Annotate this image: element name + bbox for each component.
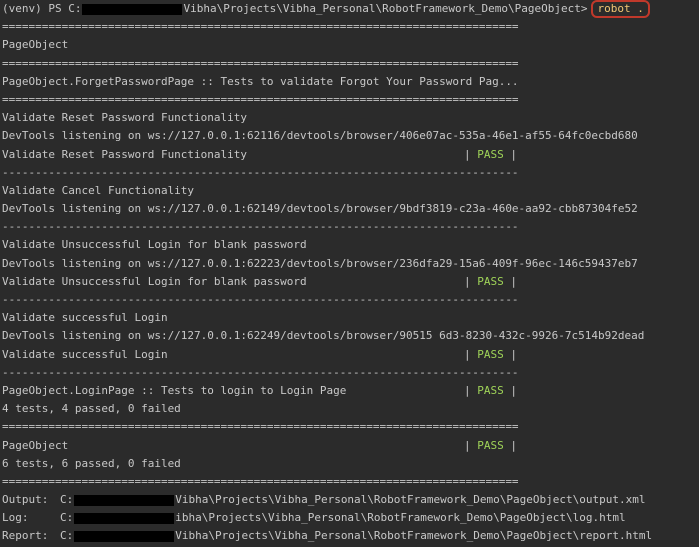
test-name: Validate successful Login xyxy=(2,311,168,325)
command-highlight: robot . xyxy=(591,0,650,18)
suite-result-name: PageObject xyxy=(2,438,69,452)
separator: ----------------------------------------… xyxy=(2,365,519,379)
suite-title: PageObject.ForgetPasswordPage :: Tests t… xyxy=(2,74,519,88)
test-result-name: Validate successful Login xyxy=(2,347,168,361)
output-path: Vibha\Projects\Vibha_Personal\RobotFrame… xyxy=(175,493,646,507)
suite-title: PageObject xyxy=(2,38,69,52)
pass-badge: PASS xyxy=(477,147,504,161)
separator: ----------------------------------------… xyxy=(2,220,519,234)
test-result-name: Validate Reset Password Functionality xyxy=(2,147,248,161)
separator: ========================================… xyxy=(2,92,519,106)
separator: ========================================… xyxy=(2,20,519,34)
separator: ----------------------------------------… xyxy=(2,165,519,179)
status-cell: | PASS | xyxy=(464,438,517,452)
prompt-prefix: (venv) PS C: xyxy=(2,2,82,15)
suite-summary: 4 tests, 4 passed, 0 failed xyxy=(2,402,181,416)
pass-badge: PASS xyxy=(477,347,504,361)
devtools-line: DevTools listening on ws://127.0.0.1:622… xyxy=(2,256,638,270)
status-cell: | PASS | xyxy=(464,147,517,161)
output-label: Report: xyxy=(2,529,49,543)
devtools-line: DevTools listening on ws://127.0.0.1:621… xyxy=(2,202,638,216)
status-cell: | PASS | xyxy=(464,383,517,397)
terminal-window[interactable]: (venv) PS C: Vibha\Projects\Vibha_Persona… xyxy=(0,0,699,547)
redacted-block xyxy=(74,512,175,524)
separator: ========================================… xyxy=(2,420,519,434)
redacted-block xyxy=(82,3,183,15)
prompt-path: Vibha\Projects\Vibha_Personal\RobotFrame… xyxy=(183,2,588,15)
pass-badge: PASS xyxy=(477,438,504,452)
suite-result-line: PageObject.LoginPage :: Tests to login t… xyxy=(2,382,699,400)
pass-badge: PASS xyxy=(477,383,504,397)
output-path: Vibha\Projects\Vibha_Personal\RobotFrame… xyxy=(175,529,653,543)
output-label: Log: xyxy=(2,511,29,525)
test-name: Validate Reset Password Functionality xyxy=(2,111,248,125)
output-path-line: Report: C: Vibha\Projects\Vibha_Personal\R… xyxy=(2,527,699,545)
redacted-block xyxy=(74,494,175,506)
redacted-block xyxy=(74,530,175,542)
suite-result-line: PageObject | PASS | xyxy=(2,437,699,455)
status-cell: | PASS | xyxy=(464,347,517,361)
devtools-line: DevTools listening on ws://127.0.0.1:622… xyxy=(2,329,645,343)
output-path-line: Log: C: ibha\Projects\Vibha_Personal\Robot… xyxy=(2,509,699,527)
pass-badge: PASS xyxy=(477,274,504,288)
output-label: Output: xyxy=(2,493,49,507)
test-result-line: Validate Reset Password Functionality | P… xyxy=(2,146,699,164)
test-name: Validate Unsuccessful Login for blank pa… xyxy=(2,238,307,252)
suite-result-name: PageObject.LoginPage :: Tests to login t… xyxy=(2,383,347,397)
devtools-line: DevTools listening on ws://127.0.0.1:621… xyxy=(2,129,638,143)
output-path: ibha\Projects\Vibha_Personal\RobotFramew… xyxy=(175,511,626,525)
test-result-line: Validate Unsuccessful Login for blank pa… xyxy=(2,273,699,291)
separator: ----------------------------------------… xyxy=(2,293,519,306)
test-name: Validate Cancel Functionality xyxy=(2,183,195,197)
suite-summary: 6 tests, 6 passed, 0 failed xyxy=(2,456,181,470)
test-result-line: Validate successful Login | PASS | xyxy=(2,346,699,364)
separator: ========================================… xyxy=(2,56,519,70)
status-cell: | PASS | xyxy=(464,274,517,288)
command-text: robot . xyxy=(597,2,644,15)
prompt-line: (venv) PS C: Vibha\Projects\Vibha_Persona… xyxy=(2,0,699,18)
output-path-line: Output: C: Vibha\Projects\Vibha_Personal\R… xyxy=(2,491,699,509)
test-result-name: Validate Unsuccessful Login for blank pa… xyxy=(2,274,307,288)
separator: ========================================… xyxy=(2,474,519,488)
